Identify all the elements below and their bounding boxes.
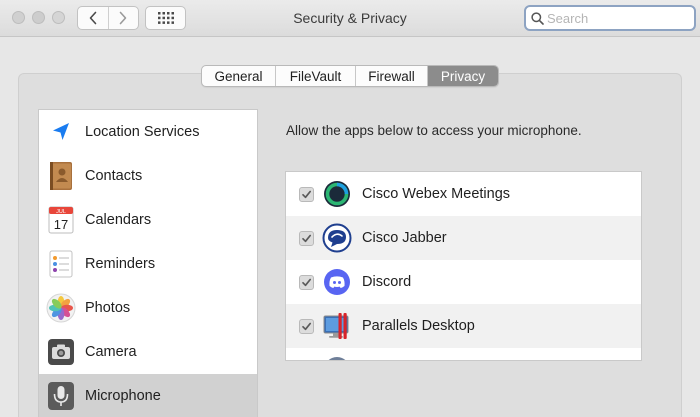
search-icon — [531, 11, 544, 25]
app-row-cisco-jabber: Cisco Jabber — [286, 216, 641, 260]
tab-bar: General FileVault Firewall Privacy — [201, 65, 499, 87]
discord-icon — [322, 267, 352, 297]
sidebar-item-photos[interactable]: Photos — [39, 286, 257, 330]
parallels-icon — [322, 311, 352, 341]
app-row-parallels-desktop: Parallels Desktop — [286, 304, 641, 348]
calendar-icon-day: 17 — [54, 217, 68, 232]
app-name: Parallels Desktop — [362, 318, 475, 334]
app-access-checkbox[interactable] — [299, 318, 314, 334]
sidebar-item-label: Photos — [85, 300, 131, 316]
app-row-partial — [286, 348, 641, 360]
tab-general[interactable]: General — [202, 66, 276, 86]
microphone-access-description: Allow the apps below to access your micr… — [286, 123, 582, 138]
show-all-button[interactable] — [145, 6, 186, 30]
checkmark-icon — [302, 234, 312, 242]
location-arrow-icon — [46, 117, 76, 147]
tab-filevault[interactable]: FileVault — [276, 66, 356, 86]
sidebar-item-camera[interactable]: Camera — [39, 330, 257, 374]
sidebar-item-calendars[interactable]: JUL 17 Calendars — [39, 198, 257, 242]
app-icon-partial — [322, 355, 352, 360]
contacts-book-icon — [46, 161, 76, 191]
checkmark-icon — [302, 278, 312, 286]
app-row-discord: Discord — [286, 260, 641, 304]
checkmark-icon — [302, 190, 312, 198]
nav-button-group — [77, 6, 139, 30]
app-name: Discord — [362, 274, 412, 290]
camera-icon — [46, 337, 76, 367]
search-input[interactable] — [547, 10, 687, 26]
tab-firewall[interactable]: Firewall — [356, 66, 428, 86]
forward-button[interactable] — [107, 7, 139, 29]
title-bar: Security & Privacy — [0, 0, 700, 37]
sidebar-item-label: Contacts — [85, 168, 143, 184]
webex-icon — [322, 179, 352, 209]
minimize-window-button[interactable] — [32, 11, 45, 24]
grid-icon — [157, 12, 174, 24]
sidebar-item-label: Reminders — [85, 256, 156, 272]
app-access-checkbox[interactable] — [299, 230, 314, 246]
sidebar-item-location-services[interactable]: Location Services — [39, 110, 257, 154]
close-window-button[interactable] — [12, 11, 25, 24]
app-access-checkbox[interactable] — [299, 274, 314, 290]
jabber-icon — [322, 223, 352, 253]
app-access-checkbox[interactable] — [299, 186, 314, 202]
app-name: Cisco Webex Meetings — [362, 186, 511, 202]
privacy-category-list: Location Services Contacts JUL 17 Calend… — [38, 109, 258, 417]
chevron-left-icon — [89, 11, 97, 25]
checkmark-icon — [302, 322, 312, 330]
app-row-cisco-webex-meetings: Cisco Webex Meetings — [286, 172, 641, 216]
sidebar-item-label: Camera — [85, 344, 137, 360]
back-button[interactable] — [78, 7, 108, 29]
tab-privacy[interactable]: Privacy — [428, 66, 498, 86]
sidebar-item-label: Location Services — [85, 124, 200, 140]
calendar-icon-month: JUL — [56, 209, 66, 215]
zoom-window-button[interactable] — [52, 11, 65, 24]
search-field[interactable] — [524, 5, 696, 31]
sidebar-item-contacts[interactable]: Contacts — [39, 154, 257, 198]
sidebar-item-microphone[interactable]: Microphone — [39, 374, 257, 417]
photos-icon — [46, 293, 76, 323]
microphone-icon — [46, 381, 76, 411]
app-permission-list: Cisco Webex Meetings Cisco Jabber Discor… — [285, 171, 642, 361]
sidebar-item-reminders[interactable]: Reminders — [39, 242, 257, 286]
calendar-icon: JUL 17 — [46, 205, 76, 235]
sidebar-item-label: Calendars — [85, 212, 152, 228]
reminders-icon — [46, 249, 76, 279]
sidebar-item-label: Microphone — [85, 388, 161, 404]
chevron-right-icon — [119, 11, 127, 25]
app-name: Cisco Jabber — [362, 230, 447, 246]
